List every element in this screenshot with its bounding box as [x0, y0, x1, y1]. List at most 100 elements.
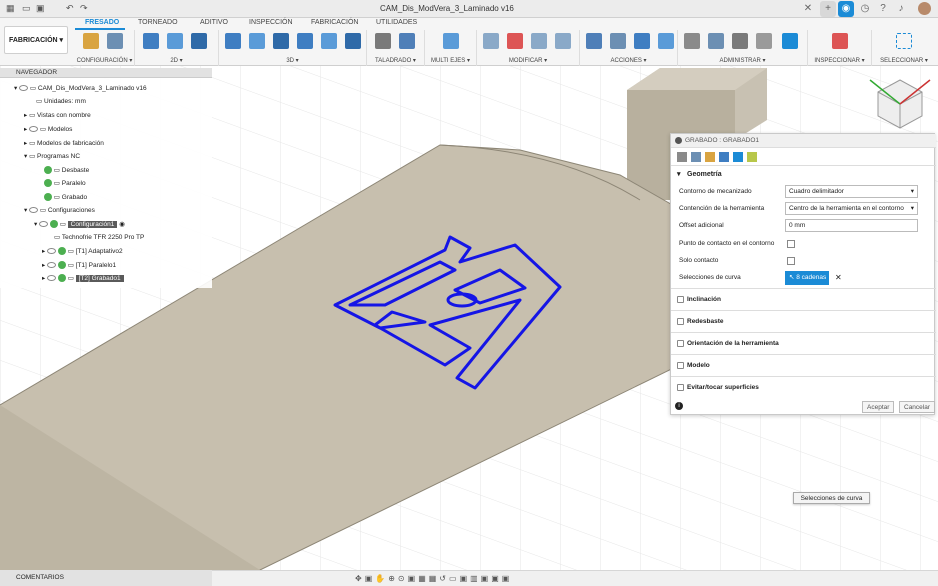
modify-icon-4[interactable] [555, 33, 571, 49]
dialog-collapse-icon[interactable] [675, 137, 682, 144]
select-icon[interactable] [896, 33, 912, 49]
inclination-section[interactable]: Inclinación [671, 288, 936, 310]
cancel-button[interactable]: Cancelar [899, 401, 936, 413]
model-section[interactable]: Modelo [671, 354, 936, 376]
group-label-multiejes[interactable]: MULTI EJES ▾ [425, 57, 476, 64]
post-library-icon[interactable] [732, 33, 748, 49]
tree-op-3[interactable]: ▸ ▭ [T2] Grabado1 [42, 273, 124, 285]
post-tab-icon[interactable] [747, 152, 757, 162]
tool-library-icon[interactable] [684, 33, 700, 49]
tree-op-1[interactable]: ▸ ▭ [T1] Adaptativo2 [42, 246, 123, 258]
thread-icon[interactable] [399, 33, 415, 49]
info-icon[interactable]: i [675, 402, 683, 410]
tree-fab-models[interactable]: ▸ ▭ Modelos de fabricación [24, 138, 104, 150]
inclination-checkbox[interactable] [677, 296, 684, 303]
tree-named-views[interactable]: ▸ ▭ Vistas con nombre [24, 110, 91, 122]
dialog-header[interactable]: GRABADO : GRABADO1 [671, 134, 936, 148]
bell-icon[interactable]: ♪ [893, 1, 909, 17]
model-checkbox[interactable] [677, 362, 684, 369]
eye-icon[interactable] [29, 126, 39, 133]
passes-tab-icon[interactable] [719, 152, 729, 162]
rough-section[interactable]: Redesbaste [671, 310, 936, 332]
avoid-section[interactable]: Evitar/tocar superficies [671, 376, 936, 398]
avatar[interactable] [918, 2, 931, 15]
tab-utilidades[interactable]: UTILIDADES [376, 19, 417, 26]
tab-fresado[interactable]: FRESADO [85, 19, 119, 26]
new-tab-icon[interactable]: + [820, 1, 836, 17]
setup-sheet-icon[interactable] [634, 33, 650, 49]
tool-orientation-section[interactable]: Orientación de la herramienta [671, 332, 936, 354]
multi-axis-icon[interactable] [443, 33, 459, 49]
3d-parallel-icon[interactable] [273, 33, 289, 49]
clock-icon[interactable]: ◷ [857, 1, 873, 17]
tree-nc-programs[interactable]: ▾ ▭ Programas NC [24, 151, 80, 163]
folder-icon[interactable] [83, 33, 99, 49]
tab-inspeccion[interactable]: INSPECCIÓN [249, 19, 293, 26]
navigation-tools-icons[interactable]: ✥▣✋⊕⊙▣▦▦↺▭▣▥▣▣▣ [355, 574, 512, 583]
tab-torneado[interactable]: TORNEADO [138, 19, 178, 26]
simulate-icon[interactable] [586, 33, 602, 49]
eye-icon[interactable] [29, 207, 39, 214]
undo-icon[interactable]: ↶ [66, 3, 74, 14]
tree-setups[interactable]: ▾ ▭ Configuraciones [24, 205, 95, 217]
group-label-2d[interactable]: 2D ▾ [135, 57, 218, 64]
eye-icon[interactable] [47, 275, 57, 282]
setup-icon[interactable] [107, 33, 123, 49]
active-manage-icon[interactable] [782, 33, 798, 49]
machining-boundary-select[interactable]: Cuadro delimitador ▾ [785, 185, 918, 198]
group-label-acciones[interactable]: ACCIONES ▾ [580, 57, 677, 64]
settings-icon[interactable]: ◉ [119, 221, 125, 228]
tree-op-2[interactable]: ▸ ▭ [T1] Paralelo1 [42, 260, 116, 272]
measure-icon[interactable] [832, 33, 848, 49]
app-grid-icon[interactable]: ▦ [6, 3, 15, 14]
tree-root[interactable]: ▾ ▭ CAM_Dis_ModVera_3_Laminado v16 [14, 83, 147, 95]
redo-icon[interactable]: ↷ [80, 3, 88, 14]
tree-nc-3[interactable]: ▭ Grabado [44, 192, 87, 204]
contact-point-checkbox[interactable] [787, 240, 795, 248]
tree-models[interactable]: ▸ ▭ Modelos [24, 124, 72, 136]
close-tab-icon[interactable]: ✕ [800, 1, 816, 17]
save-icon[interactable]: ▣ [36, 3, 45, 14]
eye-icon[interactable] [39, 221, 49, 228]
tab-aditivo[interactable]: ADITIVO [200, 19, 228, 26]
navigator-header[interactable]: NAVEGADOR [0, 68, 212, 78]
group-label-administrar[interactable]: ADMINISTRAR ▾ [678, 57, 807, 64]
help-icon[interactable]: ? [875, 1, 891, 17]
generate-icon[interactable] [658, 33, 674, 49]
3d-adaptive-icon[interactable] [225, 33, 241, 49]
accept-button[interactable]: Aceptar [862, 401, 895, 413]
geometry-section-header[interactable]: ▾ Geometría [671, 167, 936, 181]
offset-input[interactable]: 0 mm [785, 219, 918, 232]
tool-tab-icon[interactable] [677, 152, 687, 162]
curve-selection-button[interactable]: ↖ 8 cadenas [785, 271, 829, 285]
eye-icon[interactable] [47, 248, 57, 255]
sync-icon[interactable]: ◉ [838, 1, 854, 17]
tree-machine[interactable]: ▭ Technofrie TFR 2250 Pro TP [54, 232, 144, 244]
group-label-modificar[interactable]: MODIFICAR ▾ [477, 57, 579, 64]
avoid-checkbox[interactable] [677, 384, 684, 391]
tree-units[interactable]: ▭ Unidades: mm [36, 96, 86, 108]
3d-contour-icon[interactable] [297, 33, 313, 49]
comments-panel[interactable]: COMENTARIOS [0, 570, 212, 586]
group-label-3d[interactable]: 3D ▾ [219, 57, 366, 64]
2d-pocket-icon[interactable] [143, 33, 159, 49]
geometry-tab-icon[interactable] [691, 152, 701, 162]
group-label-taladrado[interactable]: TALADRADO ▾ [367, 57, 424, 64]
2d-contour-icon[interactable] [191, 33, 207, 49]
group-label-inspeccionar[interactable]: INSPECCIONAR ▾ [808, 57, 871, 64]
3d-ramp-icon[interactable] [345, 33, 361, 49]
tab-fabricacion[interactable]: FABRICACIÓN [311, 19, 358, 26]
3d-scallop-icon[interactable] [321, 33, 337, 49]
2d-adaptive-icon[interactable] [167, 33, 183, 49]
heights-tab-icon[interactable] [705, 152, 715, 162]
drill-icon[interactable] [375, 33, 391, 49]
template-icon[interactable] [756, 33, 772, 49]
tree-nc-2[interactable]: ▭ Paralelo [44, 178, 86, 190]
file-icon[interactable]: ▭ [22, 3, 31, 14]
delete-icon[interactable] [507, 33, 523, 49]
postprocess-icon[interactable] [610, 33, 626, 49]
tool-containment-select[interactable]: Centro de la herramienta en el contorno ▾ [785, 202, 918, 215]
tree-nc-1[interactable]: ▭ Desbaste [44, 165, 89, 177]
modify-icon-1[interactable] [483, 33, 499, 49]
clear-selection-icon[interactable]: ✕ [835, 273, 842, 282]
